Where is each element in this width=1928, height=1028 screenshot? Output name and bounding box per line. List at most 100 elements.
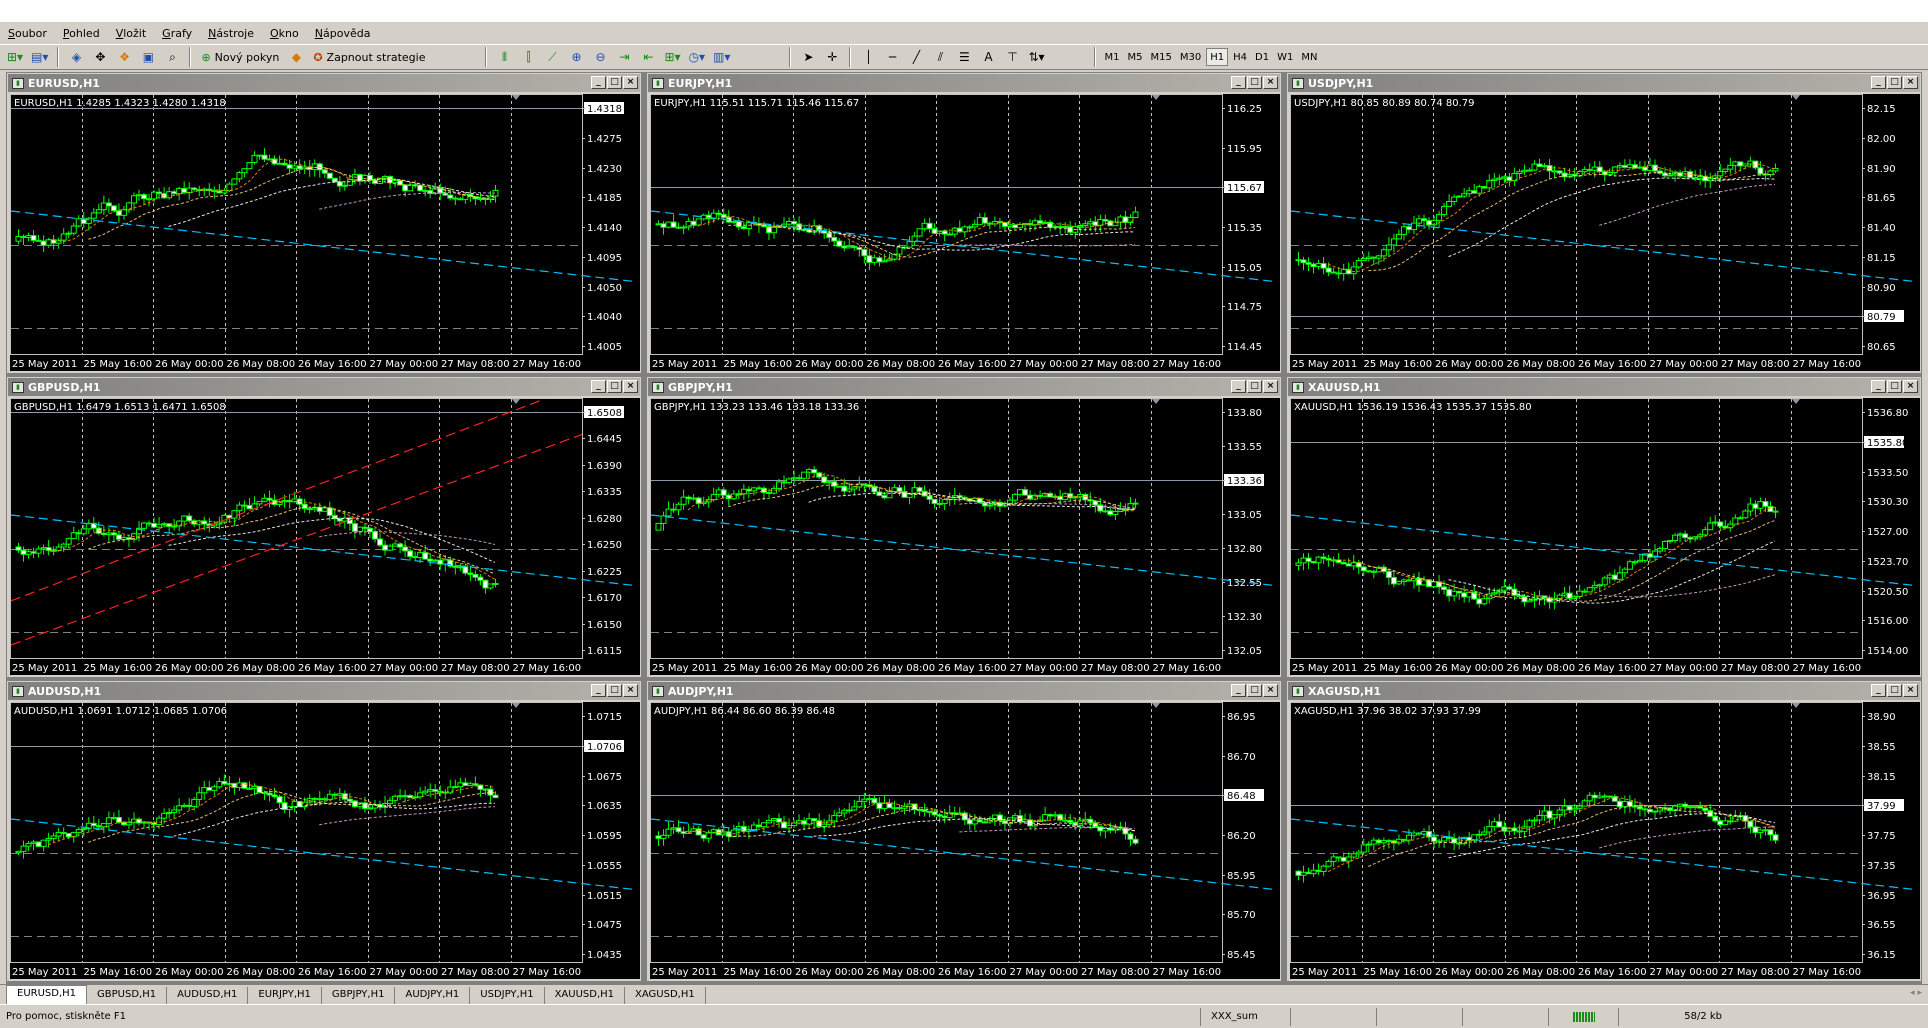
maximize-button[interactable]: □ (1887, 380, 1902, 393)
menu-file[interactable]: Soubor (8, 27, 47, 40)
close-button[interactable]: × (1263, 684, 1278, 697)
tab-gbpjpy-h1[interactable]: GBPJPY,H1 (322, 987, 396, 1004)
tab-eurjpy-h1[interactable]: EURJPY,H1 (248, 987, 322, 1004)
close-button[interactable]: × (1903, 76, 1918, 89)
close-button[interactable]: × (1263, 380, 1278, 393)
timeframe-m15-button[interactable]: M15 (1148, 48, 1175, 66)
tab-eurusd-h1[interactable]: EURUSD,H1 (6, 985, 88, 1004)
new-order-button[interactable]: ⊕ Nový pokyn (197, 47, 283, 67)
navigator-button[interactable]: ❖ (113, 47, 135, 67)
chart-area[interactable]: 1.6508 1.6445 1.6390 1.6335 1.6280 1.6250 1.62… (10, 398, 640, 675)
arrows-button[interactable]: ⇅▾ (1025, 47, 1047, 67)
tab-scroll-arrows[interactable]: ◂ ▸ (1910, 988, 1922, 998)
market-watch-button[interactable]: ◈ (65, 47, 87, 67)
chart-window-xauusd-h1[interactable]: ▮ XAUUSD,H1 _ □ × 1536.80 1535.80 1533.50 1530.3… (1286, 376, 1922, 678)
cursor-button[interactable]: ➤ (797, 47, 819, 67)
timeframe-h4-button[interactable]: H4 (1230, 48, 1250, 66)
timeframe-h1-button[interactable]: H1 (1206, 48, 1229, 66)
menu-charts[interactable]: Grafy (162, 27, 192, 40)
minimize-button[interactable]: _ (1231, 684, 1246, 697)
auto-scroll-button[interactable]: ⇥ (613, 47, 635, 67)
minimize-button[interactable]: _ (1231, 76, 1246, 89)
menu-window[interactable]: Okno (270, 27, 299, 40)
data-window-button[interactable]: ✥ (89, 47, 111, 67)
chart-window-xagusd-h1[interactable]: ▮ XAGUSD,H1 _ □ × 38.90 38.55 38.15 37.99 37.75 37… (1286, 680, 1922, 982)
chart-area[interactable]: 38.90 38.55 38.15 37.99 37.75 37.35 36.95 36.55… (1290, 702, 1920, 979)
crosshair-button[interactable]: ✛ (821, 47, 843, 67)
chart-titlebar[interactable]: ▮ GBPUSD,H1 _ □ × (8, 378, 640, 396)
candlestick-button[interactable]: ⫿ (517, 47, 539, 67)
chart-area[interactable]: 116.25 115.95 115.67 115.35 115.05 114.75 114.… (650, 94, 1280, 371)
menu-help[interactable]: Nápověda (315, 27, 371, 40)
trendline-button[interactable]: ╱ (905, 47, 927, 67)
maximize-button[interactable]: □ (1887, 684, 1902, 697)
chart-window-eurusd-h1[interactable]: ▮ EURUSD,H1 _ □ × 1.4318 1.4275 1.4230 1.4185 1.4… (6, 72, 642, 374)
timeframe-d1-button[interactable]: D1 (1252, 48, 1272, 66)
timeframe-m1-button[interactable]: M1 (1102, 48, 1123, 66)
chart-window-gbpusd-h1[interactable]: ▮ GBPUSD,H1 _ □ × 1.6508 1.6445 1.6390 1.6335 1.6… (6, 376, 642, 678)
vertical-line-button[interactable]: │ (857, 47, 879, 67)
maximize-button[interactable]: □ (607, 76, 622, 89)
strategies-button[interactable]: ✪ Zapnout strategie (309, 47, 429, 67)
tab-xauusd-h1[interactable]: XAUUSD,H1 (545, 987, 626, 1004)
minimize-button[interactable]: _ (1871, 684, 1886, 697)
minimize-button[interactable]: _ (1871, 76, 1886, 89)
new-chart-button[interactable]: ⊞▾ (4, 47, 26, 67)
chart-shift-button[interactable]: ⇤ (637, 47, 659, 67)
bar-chart-button[interactable]: ⫴ (493, 47, 515, 67)
timeframe-m30-button[interactable]: M30 (1177, 48, 1204, 66)
tab-usdjpy-h1[interactable]: USDJPY,H1 (470, 987, 545, 1004)
line-chart-button[interactable]: ⟋ (541, 47, 563, 67)
close-button[interactable]: × (623, 76, 638, 89)
chart-titlebar[interactable]: ▮ AUDUSD,H1 _ □ × (8, 682, 640, 700)
minimize-button[interactable]: _ (591, 684, 606, 697)
horizontal-line-button[interactable]: ─ (881, 47, 903, 67)
terminal-button[interactable]: ▣ (137, 47, 159, 67)
chart-area[interactable]: 1.4318 1.4275 1.4230 1.4185 1.4140 1.4095 1.40… (10, 94, 640, 371)
chart-area[interactable]: 82.15 82.00 81.90 81.65 81.40 81.15 80.90 80.79… (1290, 94, 1920, 371)
minimize-button[interactable]: _ (1231, 380, 1246, 393)
tab-audusd-h1[interactable]: AUDUSD,H1 (167, 987, 249, 1004)
maximize-button[interactable]: □ (1247, 76, 1262, 89)
chart-window-audusd-h1[interactable]: ▮ AUDUSD,H1 _ □ × 1.0715 1.0706 1.0675 1.0635 1.0… (6, 680, 642, 982)
chart-window-eurjpy-h1[interactable]: ▮ EURJPY,H1 _ □ × 116.25 115.95 115.67 115.35 115… (646, 72, 1282, 374)
tab-gbpusd-h1[interactable]: GBPUSD,H1 (87, 987, 168, 1004)
chart-titlebar[interactable]: ▮ USDJPY,H1 _ □ × (1288, 74, 1920, 92)
chart-titlebar[interactable]: ▮ EURJPY,H1 _ □ × (648, 74, 1280, 92)
close-button[interactable]: × (1903, 380, 1918, 393)
timeframe-w1-button[interactable]: W1 (1274, 48, 1296, 66)
chart-window-gbpjpy-h1[interactable]: ▮ GBPJPY,H1 _ □ × 133.80 133.55 133.36 133.05 132… (646, 376, 1282, 678)
minimize-button[interactable]: _ (591, 76, 606, 89)
maximize-button[interactable]: □ (1247, 380, 1262, 393)
close-button[interactable]: × (1263, 76, 1278, 89)
tab-audjpy-h1[interactable]: AUDJPY,H1 (395, 987, 471, 1004)
timeframe-mn-button[interactable]: MN (1298, 48, 1320, 66)
text-label-button[interactable]: ⊤ (1001, 47, 1023, 67)
chart-area[interactable]: 1.0715 1.0706 1.0675 1.0635 1.0595 1.0555 1.05… (10, 702, 640, 979)
minimize-button[interactable]: _ (591, 380, 606, 393)
timeframe-m5-button[interactable]: M5 (1125, 48, 1146, 66)
profiles-button[interactable]: ▤▾ (28, 47, 51, 67)
chart-titlebar[interactable]: ▮ GBPJPY,H1 _ □ × (648, 378, 1280, 396)
tab-xagusd-h1[interactable]: XAGUSD,H1 (625, 987, 706, 1004)
close-button[interactable]: × (1903, 684, 1918, 697)
text-button[interactable]: A (977, 47, 999, 67)
periods-button[interactable]: ◷▾ (686, 47, 709, 67)
chart-window-audjpy-h1[interactable]: ▮ AUDJPY,H1 _ □ × 86.95 86.70 86.48 86.20 85.95 85… (646, 680, 1282, 982)
menu-tools[interactable]: Nástroje (208, 27, 254, 40)
close-button[interactable]: × (623, 684, 638, 697)
maximize-button[interactable]: □ (607, 684, 622, 697)
chart-titlebar[interactable]: ▮ XAGUSD,H1 _ □ × (1288, 682, 1920, 700)
chart-titlebar[interactable]: ▮ XAUUSD,H1 _ □ × (1288, 378, 1920, 396)
chart-area[interactable]: 86.95 86.70 86.48 86.20 85.95 85.70 85.45 AUDJP… (650, 702, 1280, 979)
maximize-button[interactable]: □ (607, 380, 622, 393)
chart-area[interactable]: 133.80 133.55 133.36 133.05 132.80 132.55 132.… (650, 398, 1280, 675)
maximize-button[interactable]: □ (1247, 684, 1262, 697)
indicators-button[interactable]: ⊞▾ (661, 47, 683, 67)
chart-titlebar[interactable]: ▮ EURUSD,H1 _ □ × (8, 74, 640, 92)
zoom-out-button[interactable]: ⊖ (589, 47, 611, 67)
menu-view[interactable]: Pohled (63, 27, 100, 40)
channel-button[interactable]: ⫽ (929, 47, 951, 67)
minimize-button[interactable]: _ (1871, 380, 1886, 393)
metaeditor-button[interactable]: ◆ (285, 47, 307, 67)
